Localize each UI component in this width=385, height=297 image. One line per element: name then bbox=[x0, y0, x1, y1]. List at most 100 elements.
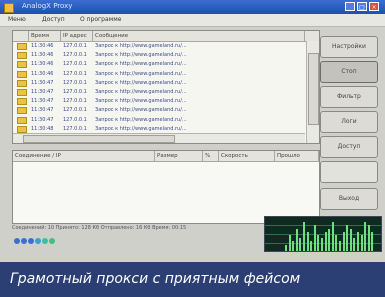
log-horizontal-scrollbar[interactable] bbox=[13, 133, 305, 143]
folder-icon bbox=[17, 116, 27, 124]
traffic-bar bbox=[295, 229, 298, 251]
log-row[interactable]: 11:30:47 127.0.0.1 Запрос к http://www.gam… bbox=[13, 106, 305, 115]
log-message: Запрос к http://www.gameland.ru/... bbox=[95, 70, 187, 77]
folder-icon bbox=[17, 70, 27, 78]
stop-button[interactable]: Стоп bbox=[320, 61, 378, 83]
traffic-bar bbox=[367, 225, 370, 251]
connections-header: Соединение / IP Размер % Скорость Прошло bbox=[13, 151, 319, 162]
caption-text: Грамотный прокси с приятным фейсом bbox=[10, 271, 301, 287]
log-ip: 127.0.0.1 bbox=[63, 116, 87, 123]
log-ip: 127.0.0.1 bbox=[63, 79, 87, 86]
log-row[interactable]: 11:30:47 127.0.0.1 Запрос к http://www.gam… bbox=[13, 88, 305, 97]
log-time: 11:30:47 bbox=[31, 107, 54, 114]
log-time: 11:30:47 bbox=[31, 79, 54, 86]
header-size[interactable]: Размер bbox=[155, 151, 203, 161]
log-time: 11:30:46 bbox=[31, 61, 54, 68]
close-button[interactable]: × bbox=[369, 2, 379, 11]
traffic-bar bbox=[324, 232, 327, 251]
menu-item-access[interactable]: Доступ bbox=[42, 15, 65, 25]
log-message: Запрос к http://www.gameland.ru/... bbox=[95, 61, 187, 68]
filter-button[interactable]: Фильтр bbox=[320, 86, 378, 108]
folder-icon bbox=[17, 61, 27, 69]
log-ip: 127.0.0.1 bbox=[63, 98, 87, 105]
status-dot bbox=[14, 238, 20, 244]
folder-icon bbox=[17, 98, 27, 106]
log-ip: 127.0.0.1 bbox=[63, 107, 87, 114]
header-speed[interactable]: Скорость bbox=[219, 151, 275, 161]
menu-item-main[interactable]: Меню bbox=[8, 15, 26, 25]
maximize-button[interactable]: □ bbox=[357, 2, 367, 11]
status-dot bbox=[49, 238, 55, 244]
traffic-bar bbox=[349, 229, 352, 251]
status-dot bbox=[42, 238, 48, 244]
traffic-bar bbox=[313, 225, 316, 251]
log-ip: 127.0.0.1 bbox=[63, 61, 87, 68]
log-ip: 127.0.0.1 bbox=[63, 43, 87, 49]
menu-bar: Меню Доступ О программе bbox=[0, 14, 385, 27]
traffic-bar bbox=[321, 238, 323, 251]
log-row[interactable]: 11:30:46 127.0.0.1 Запрос к http://www.gam… bbox=[13, 51, 305, 60]
disabled-button[interactable] bbox=[320, 161, 378, 183]
traffic-bar bbox=[292, 241, 295, 251]
log-time: 11:30:46 bbox=[31, 52, 54, 59]
window-title: AnalogX Proxy bbox=[22, 2, 73, 10]
exit-button[interactable]: Выход bbox=[320, 188, 378, 210]
log-time: 11:30:47 bbox=[31, 89, 54, 95]
log-message: Запрос к http://www.gameland.ru/... bbox=[95, 116, 187, 123]
log-message: Запрос к http://www.gameland.ru/... bbox=[95, 52, 187, 59]
caption-banner: Грамотный прокси с приятным фейсом bbox=[0, 262, 385, 297]
log-row[interactable]: 11:30:47 127.0.0.1 Запрос к http://www.gam… bbox=[13, 97, 305, 106]
log-message: Запрос к http://www.gameland.ru/... bbox=[95, 43, 187, 49]
traffic-graph bbox=[264, 216, 382, 252]
traffic-bar bbox=[342, 232, 345, 251]
log-row[interactable]: 11:30:46 127.0.0.1 Запрос к http://www.gam… bbox=[13, 42, 305, 51]
settings-button[interactable]: Настройки bbox=[320, 36, 378, 58]
header-message[interactable]: Сообщение bbox=[93, 31, 305, 41]
traffic-bar bbox=[360, 235, 363, 251]
log-ip: 127.0.0.1 bbox=[63, 89, 87, 95]
title-bar: AnalogX Proxy _ □ × bbox=[0, 0, 385, 14]
status-text: Соединений: 10 Принято: 128 Кб Отправлен… bbox=[12, 225, 187, 231]
traffic-bar bbox=[285, 245, 287, 251]
log-time: 11:30:47 bbox=[31, 116, 54, 123]
header-ip[interactable]: IP адрес bbox=[61, 31, 93, 41]
folder-icon bbox=[17, 89, 27, 96]
logs-button[interactable]: Логи bbox=[320, 111, 378, 133]
traffic-bar bbox=[306, 232, 309, 251]
traffic-bar bbox=[364, 222, 367, 251]
header-connection[interactable]: Соединение / IP bbox=[13, 151, 155, 161]
active-connections-list[interactable]: Соединение / IP Размер % Скорость Прошло bbox=[12, 150, 320, 224]
log-vertical-scroll-thumb[interactable] bbox=[308, 53, 319, 125]
traffic-bar bbox=[303, 222, 305, 251]
access-button[interactable]: Доступ bbox=[320, 136, 378, 158]
log-row[interactable]: 11:30:46 127.0.0.1 Запрос к http://www.gam… bbox=[13, 60, 305, 69]
traffic-bar bbox=[331, 222, 334, 251]
traffic-bar bbox=[346, 225, 349, 251]
header-icon-column[interactable] bbox=[13, 31, 29, 41]
traffic-bar bbox=[371, 232, 374, 251]
status-dot bbox=[21, 238, 27, 244]
menu-item-about[interactable]: О программе bbox=[80, 15, 121, 25]
log-row[interactable]: 11:30:46 127.0.0.1 Запрос к http://www.gam… bbox=[13, 70, 305, 79]
traffic-bar bbox=[328, 229, 331, 251]
log-horizontal-scroll-thumb[interactable] bbox=[23, 135, 175, 143]
header-elapsed[interactable]: Прошло bbox=[275, 151, 319, 161]
header-percent[interactable]: % bbox=[203, 151, 219, 161]
log-ip: 127.0.0.1 bbox=[63, 52, 87, 59]
log-vertical-scrollbar[interactable] bbox=[306, 41, 319, 143]
traffic-bar bbox=[335, 235, 338, 251]
log-row[interactable]: 11:30:47 127.0.0.1 Запрос к http://www.gam… bbox=[13, 79, 305, 88]
status-dot bbox=[28, 238, 34, 244]
log-row[interactable]: 11:30:47 127.0.0.1 Запрос к http://www.gam… bbox=[13, 116, 305, 125]
traffic-bar bbox=[353, 238, 356, 251]
header-time[interactable]: Время bbox=[29, 31, 61, 41]
minimize-button[interactable]: _ bbox=[345, 2, 355, 11]
folder-icon bbox=[17, 43, 27, 50]
log-time: 11:30:46 bbox=[31, 43, 54, 49]
log-message: Запрос к http://www.gameland.ru/... bbox=[95, 107, 187, 114]
traffic-bar bbox=[357, 232, 359, 251]
traffic-bar bbox=[339, 241, 341, 251]
connection-log-list[interactable]: Время IP адрес Сообщение 11:30:46 127.0.0… bbox=[12, 30, 320, 144]
log-header: Время IP адрес Сообщение bbox=[13, 31, 319, 42]
app-icon bbox=[4, 3, 14, 13]
